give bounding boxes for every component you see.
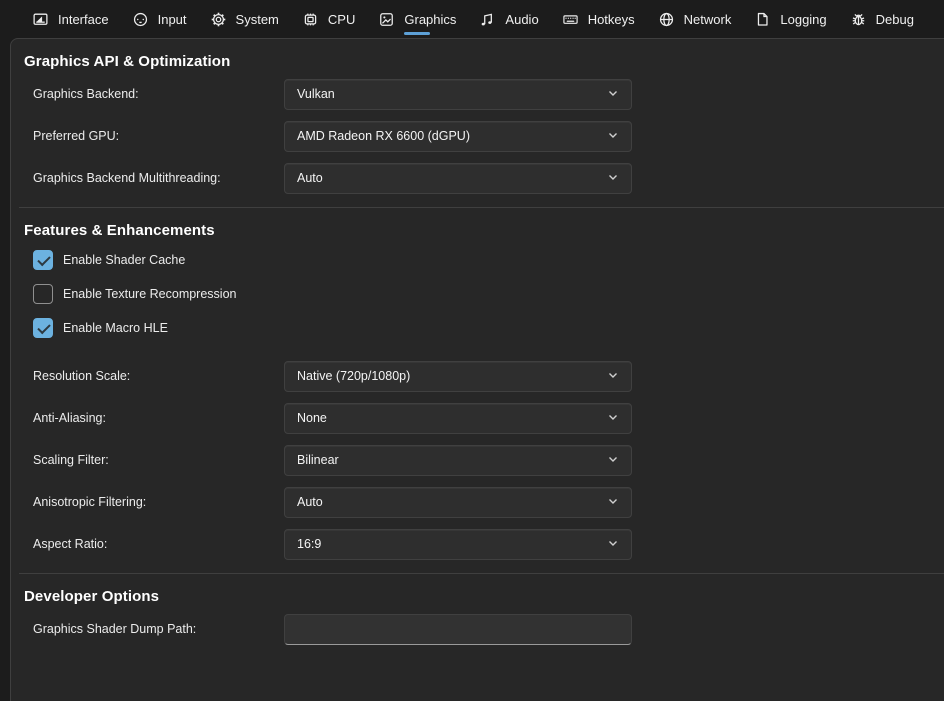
macro-hle-checkbox[interactable] [33,318,53,338]
setting-row-resolution-scale: Resolution Scale: Native (720p/1080p) [11,355,944,397]
macro-hle-label: Enable Macro HLE [63,321,168,335]
texture-recompression-checkbox[interactable] [33,284,53,304]
scaling-filter-value: Bilinear [297,453,607,467]
chevron-down-icon [607,129,619,144]
setting-row-scaling-filter: Scaling Filter: Bilinear [11,439,944,481]
tab-label: Input [158,12,187,27]
section-heading-developer-options: Developer Options [24,588,944,605]
aspect-ratio-value: 16:9 [297,537,607,551]
gamepad-icon [132,11,149,28]
backend-multithreading-label: Graphics Backend Multithreading: [33,171,284,185]
tab-cpu[interactable]: CPU [300,0,357,38]
gear-icon [210,11,227,28]
backend-multithreading-value: Auto [297,171,607,185]
shader-dump-path-input[interactable] [284,614,632,645]
anisotropic-filtering-label: Anisotropic Filtering: [33,495,284,509]
tab-hotkeys[interactable]: Hotkeys [560,0,637,38]
texture-recompression-label: Enable Texture Recompression [63,287,236,301]
interface-icon [32,11,49,28]
chevron-down-icon [607,495,619,510]
graphics-backend-value: Vulkan [297,87,607,101]
tab-label: Logging [780,12,826,27]
anti-aliasing-value: None [297,411,607,425]
music-note-icon [479,11,496,28]
tab-input[interactable]: Input [130,0,189,38]
tab-label: CPU [328,12,355,27]
tab-network[interactable]: Network [656,0,734,38]
scaling-filter-dropdown[interactable]: Bilinear [284,445,632,476]
settings-tab-bar: Interface Input System CPU Graphics Audi… [0,0,944,38]
chevron-down-icon [607,537,619,552]
globe-icon [658,11,675,28]
tab-graphics[interactable]: Graphics [376,0,458,38]
tab-label: System [236,12,279,27]
anti-aliasing-dropdown[interactable]: None [284,403,632,434]
anisotropic-filtering-value: Auto [297,495,607,509]
shader-dump-path-label: Graphics Shader Dump Path: [33,622,284,636]
tab-label: Network [684,12,732,27]
backend-multithreading-dropdown[interactable]: Auto [284,163,632,194]
tab-label: Debug [876,12,914,27]
setting-row-backend-multithreading: Graphics Backend Multithreading: Auto [11,157,944,199]
section-divider [19,573,944,574]
tab-label: Hotkeys [588,12,635,27]
shader-cache-label: Enable Shader Cache [63,253,185,267]
setting-row-texture-recompression: Enable Texture Recompression [11,277,944,311]
tab-interface[interactable]: Interface [30,0,111,38]
tab-label: Graphics [404,12,456,27]
resolution-scale-value: Native (720p/1080p) [297,369,607,383]
tab-debug[interactable]: Debug [848,0,916,38]
setting-row-shader-cache: Enable Shader Cache [11,243,944,277]
scaling-filter-label: Scaling Filter: [33,453,284,467]
bug-icon [850,11,867,28]
graphics-backend-dropdown[interactable]: Vulkan [284,79,632,110]
tab-label: Audio [505,12,538,27]
graphics-backend-label: Graphics Backend: [33,87,284,101]
graphics-settings-panel: Graphics API & Optimization Graphics Bac… [10,38,944,701]
preferred-gpu-dropdown[interactable]: AMD Radeon RX 6600 (dGPU) [284,121,632,152]
chevron-down-icon [607,411,619,426]
chevron-down-icon [607,171,619,186]
shader-cache-checkbox[interactable] [33,250,53,270]
tab-label: Interface [58,12,109,27]
tab-audio[interactable]: Audio [477,0,540,38]
setting-row-anti-aliasing: Anti-Aliasing: None [11,397,944,439]
document-icon [754,11,771,28]
aspect-ratio-label: Aspect Ratio: [33,537,284,551]
section-heading-features: Features & Enhancements [24,222,944,239]
setting-row-aspect-ratio: Aspect Ratio: 16:9 [11,523,944,565]
section-heading-graphics-api: Graphics API & Optimization [24,53,944,70]
setting-row-anisotropic-filtering: Anisotropic Filtering: Auto [11,481,944,523]
cpu-icon [302,11,319,28]
active-tab-underline [404,32,430,35]
tab-system[interactable]: System [208,0,281,38]
section-divider [19,207,944,208]
chevron-down-icon [607,369,619,384]
resolution-scale-label: Resolution Scale: [33,369,284,383]
tab-logging[interactable]: Logging [752,0,828,38]
preferred-gpu-value: AMD Radeon RX 6600 (dGPU) [297,129,607,143]
setting-row-preferred-gpu: Preferred GPU: AMD Radeon RX 6600 (dGPU) [11,115,944,157]
image-icon [378,11,395,28]
preferred-gpu-label: Preferred GPU: [33,129,284,143]
anti-aliasing-label: Anti-Aliasing: [33,411,284,425]
setting-row-macro-hle: Enable Macro HLE [11,311,944,345]
setting-row-graphics-backend: Graphics Backend: Vulkan [11,73,944,115]
resolution-scale-dropdown[interactable]: Native (720p/1080p) [284,361,632,392]
chevron-down-icon [607,453,619,468]
keyboard-icon [562,11,579,28]
setting-row-shader-dump-path: Graphics Shader Dump Path: [11,608,944,650]
anisotropic-filtering-dropdown[interactable]: Auto [284,487,632,518]
aspect-ratio-dropdown[interactable]: 16:9 [284,529,632,560]
chevron-down-icon [607,87,619,102]
